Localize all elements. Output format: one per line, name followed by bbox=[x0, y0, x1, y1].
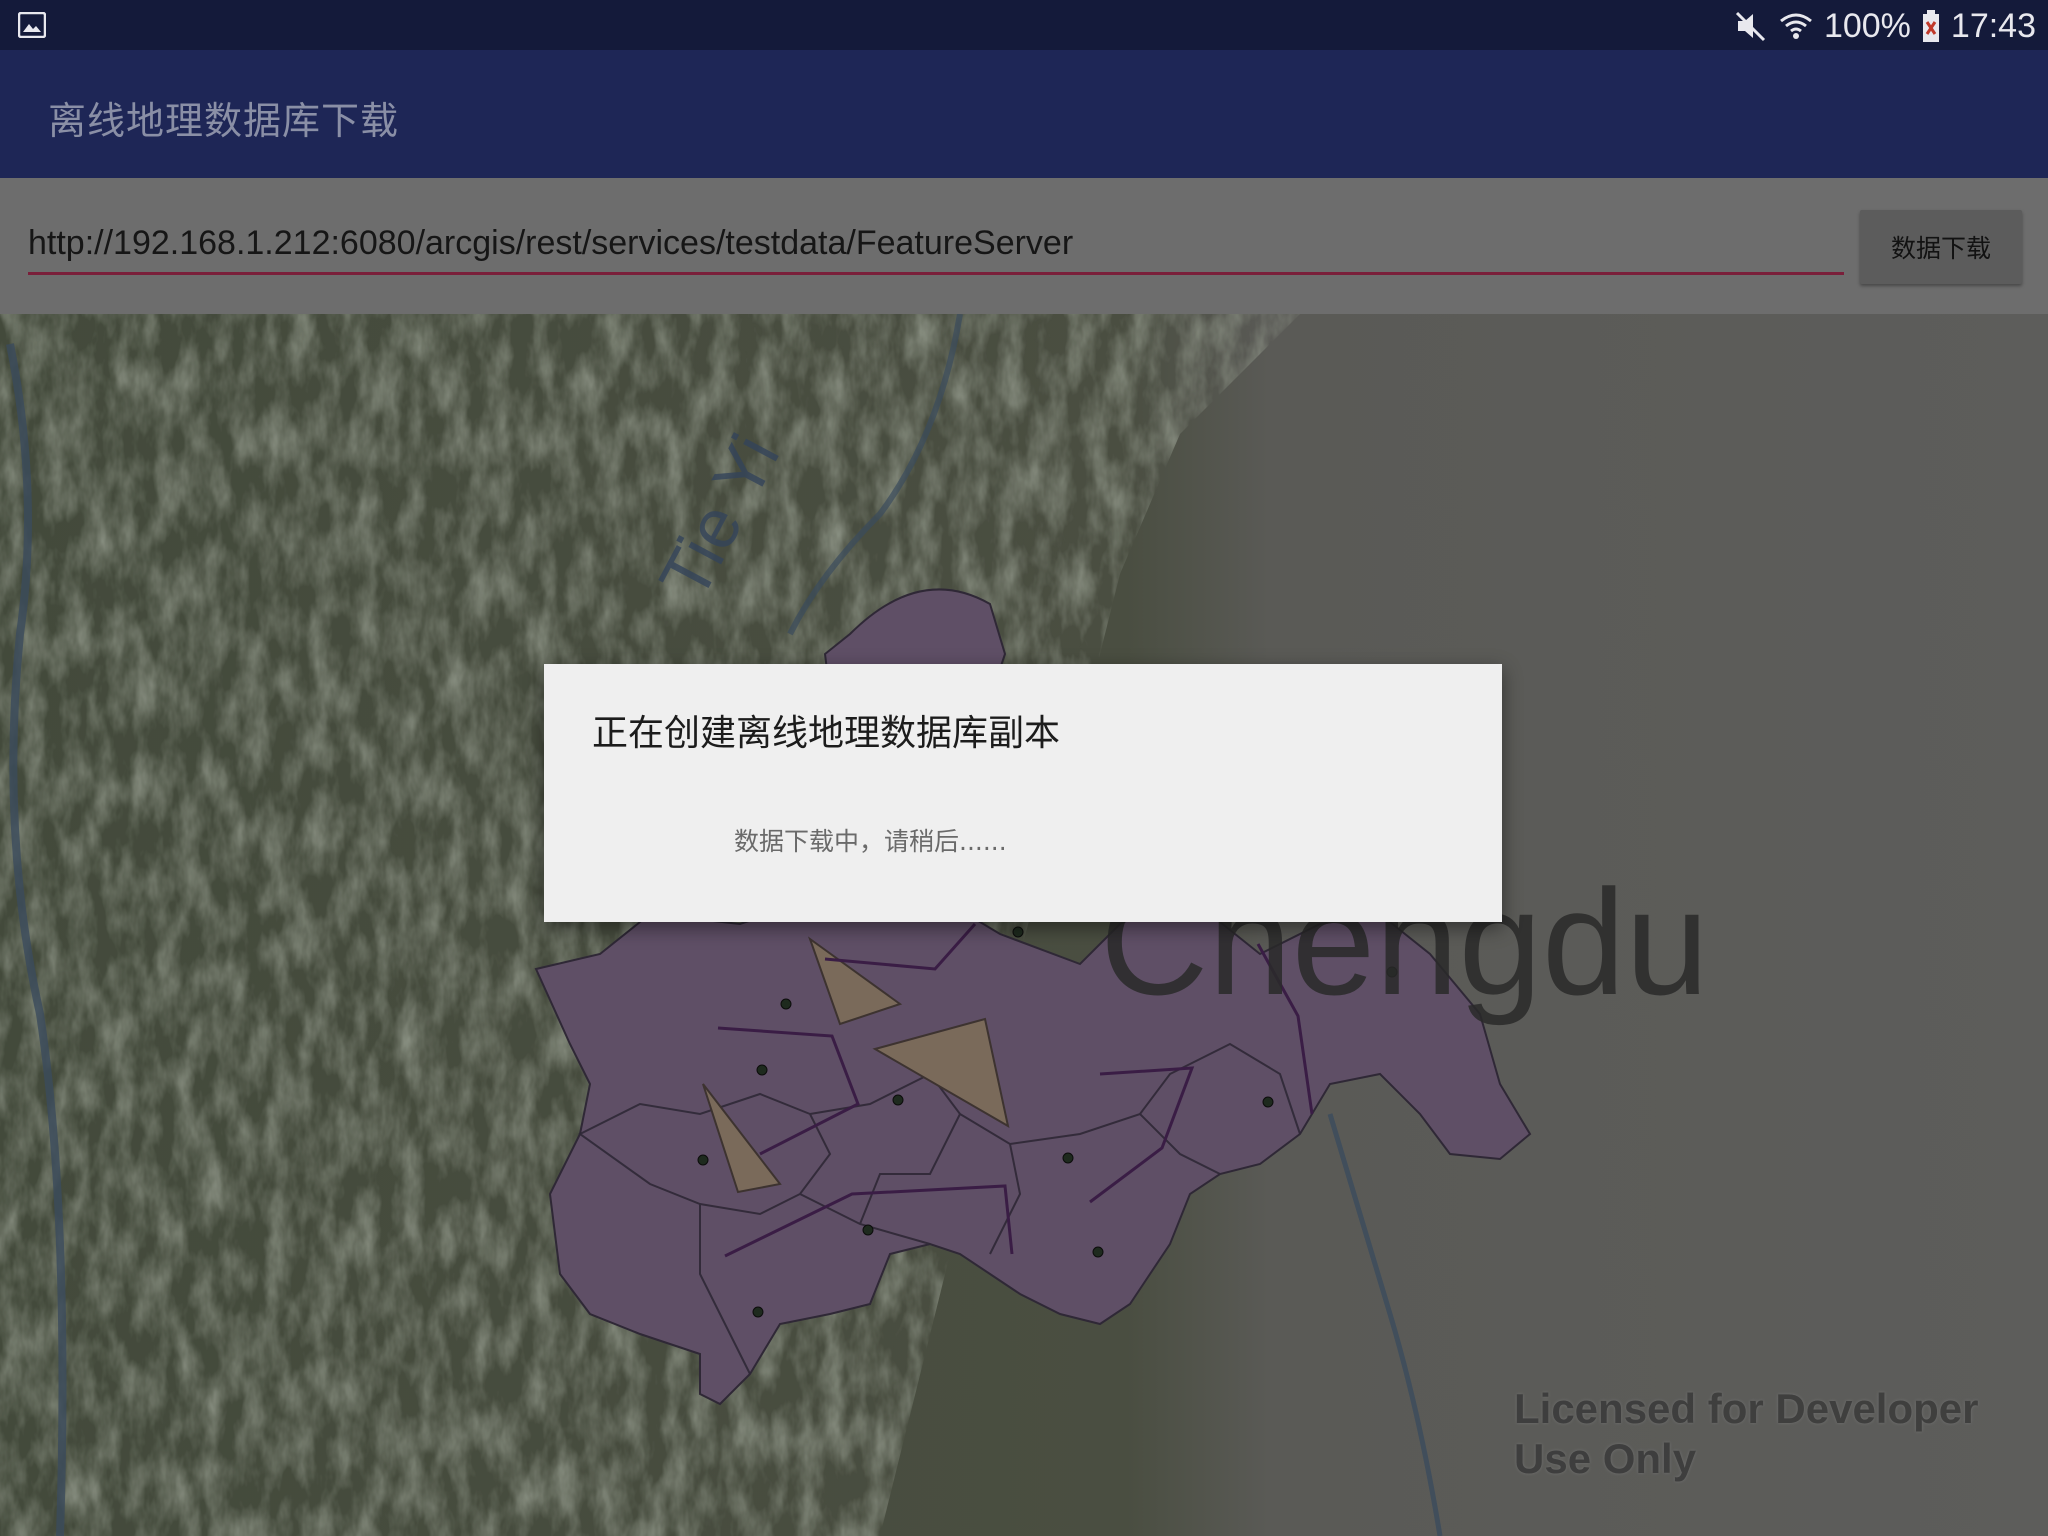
gallery-icon bbox=[18, 12, 46, 38]
url-row: 数据下载 bbox=[0, 178, 2048, 314]
battery-icon bbox=[1922, 10, 1939, 42]
license-watermark: Licensed for Developer Use Only bbox=[1514, 1385, 1979, 1482]
download-button[interactable]: 数据下载 bbox=[1860, 210, 2022, 284]
status-bar: 100% 17:43 bbox=[0, 0, 2048, 50]
wifi-icon bbox=[1780, 13, 1812, 39]
basemap: Tie Yi Chengdu bbox=[0, 314, 2048, 1536]
dialog-message: 数据下载中，请稍后...... bbox=[734, 827, 1007, 856]
mute-icon bbox=[1735, 11, 1765, 42]
app-title: 离线地理数据库下载 bbox=[48, 99, 400, 143]
dialog-title: 正在创建离线地理数据库副本 bbox=[592, 713, 1061, 754]
app-bar: 离线地理数据库下载 bbox=[0, 50, 2048, 178]
progress-dialog: 正在创建离线地理数据库副本 数据下载中，请稍后...... bbox=[544, 664, 1502, 922]
map-view[interactable]: Tie Yi Chengdu Licensed for Developer Us… bbox=[0, 314, 2048, 1536]
clock: 17:43 bbox=[1950, 6, 2036, 45]
battery-percent: 100% bbox=[1823, 6, 1911, 45]
url-input[interactable] bbox=[28, 214, 1844, 275]
